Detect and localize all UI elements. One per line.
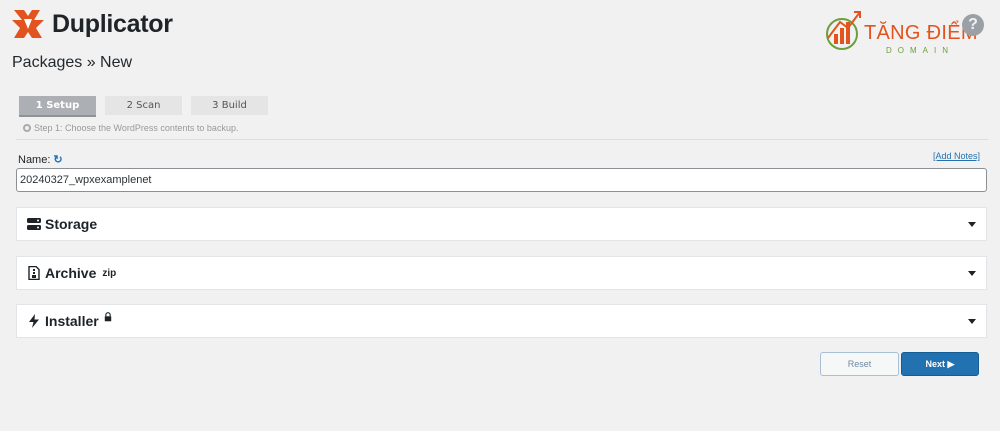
chevron-down-icon[interactable] bbox=[968, 270, 976, 276]
archive-panel-title: Archive bbox=[45, 265, 97, 281]
step-build[interactable]: 3 Build bbox=[191, 96, 268, 115]
reset-button[interactable]: Reset bbox=[820, 352, 899, 376]
archive-format-sup: zip bbox=[102, 267, 117, 279]
divider bbox=[16, 139, 988, 140]
name-label: Name: ↻ bbox=[18, 153, 63, 167]
add-notes-link[interactable]: [Add Notes] bbox=[933, 151, 980, 161]
page-title: Packages » New bbox=[12, 54, 133, 71]
help-icon[interactable]: ? bbox=[962, 14, 984, 36]
installer-panel-header[interactable]: Installer bbox=[27, 312, 113, 329]
package-name-input[interactable] bbox=[16, 168, 987, 192]
storage-panel-header[interactable]: Storage bbox=[27, 216, 97, 232]
step-scan[interactable]: 2 Scan bbox=[105, 96, 182, 115]
duplicator-logo: Duplicator bbox=[10, 8, 173, 40]
step-setup[interactable]: 1 Setup bbox=[19, 96, 96, 115]
archive-panel[interactable]: Archive zip bbox=[16, 256, 987, 290]
installer-panel[interactable]: Installer bbox=[16, 304, 987, 338]
storage-panel-title: Storage bbox=[45, 216, 98, 232]
bolt-icon bbox=[29, 314, 39, 328]
chevron-down-icon[interactable] bbox=[968, 221, 976, 227]
step-hint: Step 1: Choose the WordPress contents to… bbox=[23, 123, 238, 133]
installer-panel-title: Installer bbox=[45, 313, 99, 329]
refresh-name-icon[interactable]: ↻ bbox=[53, 153, 62, 166]
archive-file-icon bbox=[28, 266, 40, 280]
watermark-chart-icon bbox=[826, 11, 861, 50]
step-hint-text: Step 1: Choose the WordPress contents to… bbox=[34, 123, 239, 133]
storage-icon bbox=[27, 218, 41, 230]
wizard-steps: 1 Setup 2 Scan 3 Build bbox=[19, 96, 277, 115]
name-label-text: Name: bbox=[18, 153, 51, 166]
lock-icon bbox=[104, 312, 111, 322]
brand-name: Duplicator bbox=[52, 9, 173, 38]
chevron-down-icon[interactable] bbox=[968, 318, 976, 324]
storage-panel[interactable]: Storage bbox=[16, 207, 987, 241]
watermark-subtitle: DOMAIN bbox=[886, 46, 954, 55]
step-hint-icon bbox=[23, 124, 31, 132]
watermark-title: TĂNG ĐIỂM bbox=[864, 22, 978, 44]
next-button[interactable]: Next ▶ bbox=[901, 352, 979, 376]
duplicator-logo-icon bbox=[12, 10, 44, 38]
archive-panel-header[interactable]: Archive zip bbox=[27, 265, 116, 281]
